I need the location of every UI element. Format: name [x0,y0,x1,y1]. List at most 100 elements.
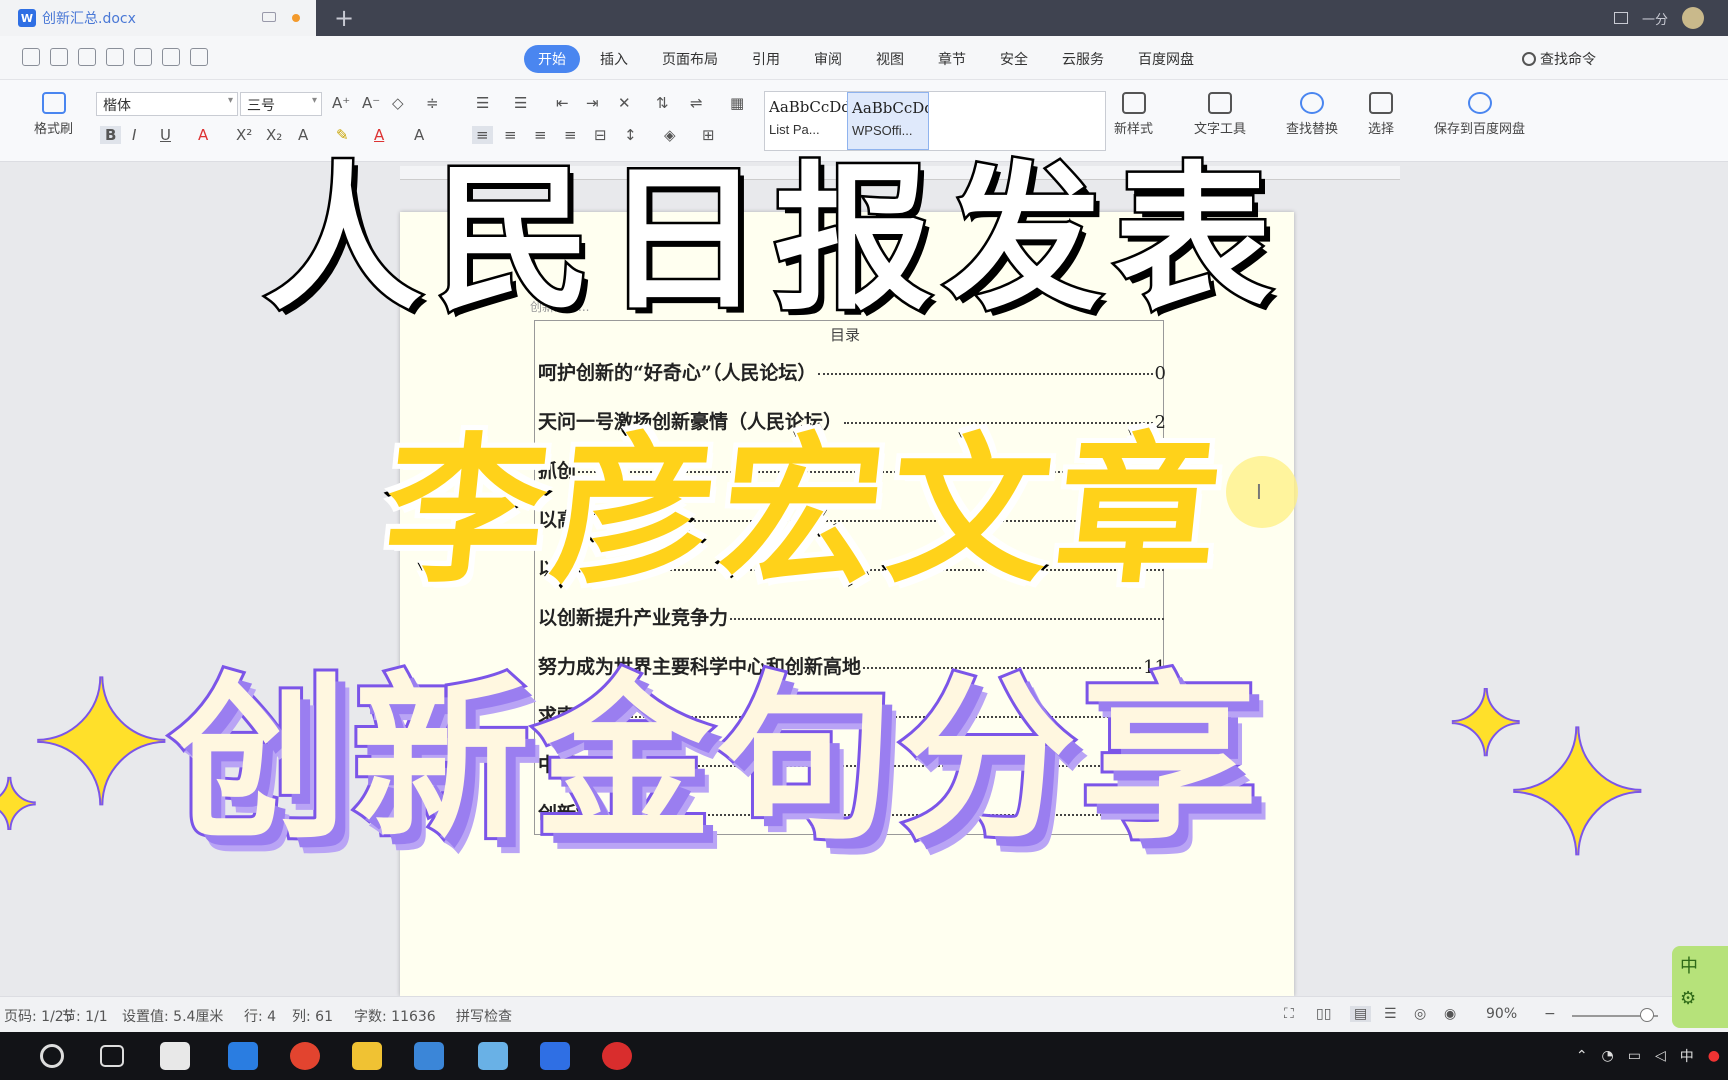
shading-icon[interactable]: ◈ [664,126,676,144]
font-size-select[interactable]: 三号 [240,92,322,116]
document-tab[interactable]: W 创新汇总.docx [0,0,316,36]
bullets-icon[interactable]: ☰ [476,94,489,112]
monitor-icon[interactable] [262,12,276,22]
sparkle-icon: ✦ [0,764,41,846]
strikethrough-icon[interactable]: A [198,126,208,144]
align-center-icon[interactable]: ≡ [504,126,517,144]
subscript-icon[interactable]: X₂ [266,126,282,144]
tab-insert[interactable]: 插入 [586,45,642,73]
font-color-icon[interactable]: A [374,126,384,144]
network-icon[interactable]: ◔ [1602,1048,1614,1064]
tab-cloud[interactable]: 云服务 [1048,45,1118,73]
underline-icon[interactable]: U [160,126,171,144]
sort-icon[interactable]: ⇅ [656,94,669,112]
bold-icon[interactable]: B [100,126,122,144]
status-setting: 设置值: 5.4厘米 [122,1009,224,1025]
find-replace-button[interactable]: 查找替换 [1286,92,1338,137]
eye-protection-icon[interactable]: ◉ [1444,1006,1456,1022]
show-marks-icon[interactable]: ⇌ [690,94,703,112]
print-icon[interactable] [78,48,96,66]
shrink-font-icon[interactable]: A⁻ [362,94,380,112]
ime-widget[interactable]: 中 ⚙ [1672,946,1728,1028]
title-bar: W 创新汇总.docx + 一分 [0,0,1728,36]
tab-page-layout[interactable]: 页面布局 [648,45,732,73]
cortana-icon[interactable] [40,1044,64,1068]
cross-icon[interactable]: ✕ [618,94,631,112]
save-to-baidu-button[interactable]: 保存到百度网盘 [1434,92,1525,137]
tab-references[interactable]: 引用 [738,45,794,73]
undo-icon[interactable] [162,48,180,66]
print-preview-icon[interactable] [106,48,124,66]
tab-baidu-netdisk[interactable]: 百度网盘 [1124,45,1208,73]
zoom-level[interactable]: 90% [1486,1006,1517,1022]
spell-check-button[interactable]: 拼写检查 [456,1006,512,1026]
zoom-slider-knob[interactable] [1640,1008,1654,1022]
notes-app-icon[interactable] [478,1042,508,1070]
battery-icon[interactable]: ▭ [1628,1048,1641,1064]
tab-review[interactable]: 审阅 [800,45,856,73]
align-left-icon[interactable]: ≡ [472,126,493,144]
table-icon[interactable]: ▦ [730,94,744,112]
open-icon[interactable] [22,48,40,66]
tray-ime-language[interactable]: 中 [1680,1046,1694,1066]
recorder-tray-icon[interactable]: ● [1708,1048,1720,1064]
status-word-count[interactable]: 字数: 11636 [354,1006,436,1026]
char-shading-icon[interactable]: A [414,126,424,144]
read-mode-icon[interactable]: ▯▯ [1316,1006,1331,1022]
tab-security[interactable]: 安全 [986,45,1042,73]
user-name[interactable]: 一分 [1642,9,1668,28]
file-explorer-icon[interactable] [352,1042,382,1070]
save-icon[interactable] [50,48,68,66]
style-wps-office[interactable]: AaBbCcDd WPSOffi... [847,92,929,150]
volume-icon[interactable]: ◁ [1655,1048,1666,1064]
justify-icon[interactable]: ≡ [564,126,577,144]
web-view-icon[interactable]: ◎ [1414,1006,1426,1022]
borders-icon[interactable]: ⊞ [702,126,715,144]
grow-font-icon[interactable]: A⁺ [332,94,350,112]
menu-row: 开始 插入 页面布局 引用 审阅 视图 章节 安全 云服务 百度网盘 查找命令 [0,36,1728,80]
superscript-icon[interactable]: X² [236,126,252,144]
tab-view[interactable]: 视图 [862,45,918,73]
text-effect-icon[interactable]: A [298,126,308,144]
photos-icon[interactable] [414,1042,444,1070]
decrease-indent-icon[interactable]: ⇤ [556,94,569,112]
new-style-button[interactable]: 新样式 [1114,92,1153,137]
fullscreen-icon[interactable]: ⛶ [1284,1006,1294,1022]
clear-format-icon[interactable]: ◇ [392,94,404,112]
window-layout-icon[interactable] [1613,12,1628,24]
avatar[interactable] [1682,7,1704,29]
outline-view-icon[interactable]: ☰ [1384,1006,1397,1022]
toc-entry[interactable]: 呵护创新的“好奇心”（人民论坛） 0 [538,358,1166,388]
increase-indent-icon[interactable]: ⇥ [586,94,599,112]
tray-chevron-icon[interactable]: ⌃ [1576,1048,1588,1064]
phonetic-icon[interactable]: ≑ [426,94,439,112]
italic-icon[interactable]: I [132,126,136,144]
wps-taskbar-icon[interactable] [540,1042,570,1070]
command-search[interactable]: 查找命令 [1522,49,1596,69]
zoom-out-icon[interactable]: − [1544,1006,1556,1022]
page-view-icon[interactable]: ▤ [1350,1006,1372,1022]
toc-entry[interactable]: 以创新提升产业竞争力 [538,603,1166,633]
pinned-app-icon[interactable] [228,1042,258,1070]
pinwheel-app-icon[interactable] [160,1042,190,1070]
line-spacing-icon[interactable]: ↕ [624,126,637,144]
font-name-select[interactable]: 楷体 [96,92,238,116]
text-tools-button[interactable]: 文字工具 [1194,92,1246,137]
style-list-paragraph[interactable]: AaBbCcDd List Pa... [765,92,847,150]
windows-taskbar: ⌃ ◔ ▭ ◁ 中 ● [0,1032,1728,1080]
distribute-icon[interactable]: ⊟ [594,126,607,144]
record-icon[interactable] [602,1042,632,1070]
numbering-icon[interactable]: ☰ [514,94,527,112]
chrome-icon[interactable] [290,1042,320,1070]
settings-icon[interactable]: ⚙ [1680,988,1720,1009]
new-tab-button[interactable]: + [330,4,358,32]
redo-icon[interactable] [190,48,208,66]
format-painter-button[interactable]: 格式刷 [34,92,73,137]
highlight-icon[interactable]: ✎ [336,126,349,144]
tab-chapter[interactable]: 章节 [924,45,980,73]
select-button[interactable]: 选择 [1368,92,1394,137]
align-right-icon[interactable]: ≡ [534,126,547,144]
export-icon[interactable] [134,48,152,66]
task-view-icon[interactable] [100,1045,124,1067]
tab-start[interactable]: 开始 [524,45,580,73]
